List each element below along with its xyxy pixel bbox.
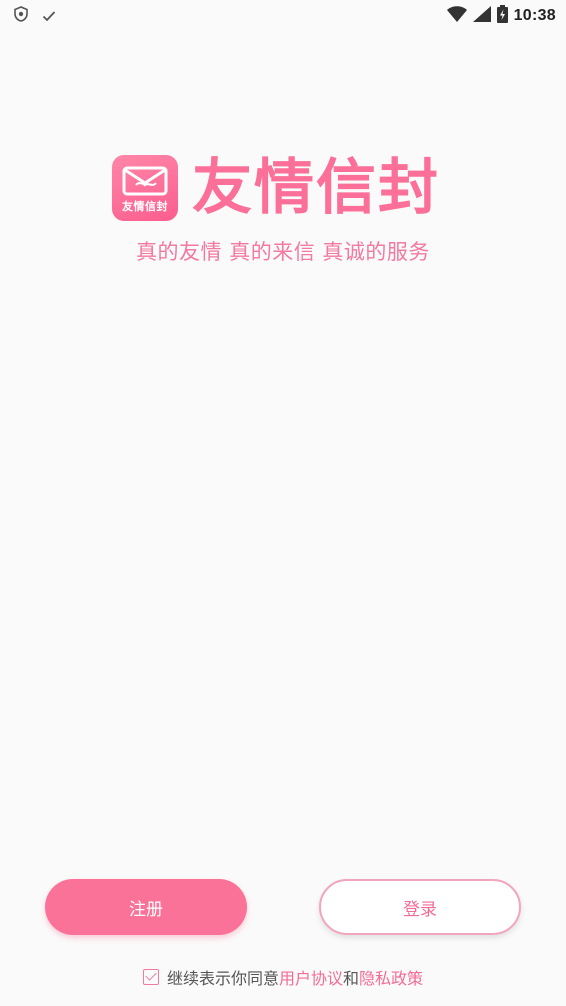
logo-text: 友情信封 <box>122 200 168 213</box>
privacy-policy-link[interactable]: 隐私政策 <box>359 965 423 989</box>
agreement-row: 继续表示你同意 用户协议 和 隐私政策 <box>0 965 566 989</box>
app-title: 友情信封 <box>192 153 440 223</box>
user-agreement-link[interactable]: 用户协议 <box>279 965 343 989</box>
wifi-icon <box>446 6 467 26</box>
agreement-prefix: 继续表示你同意 <box>166 969 279 988</box>
status-left <box>14 6 56 26</box>
app-slogan: 真的友情 真的来信 真诚的服务 <box>136 240 430 264</box>
brand-header: 友情信封 友情信封 <box>112 155 440 221</box>
status-time: 10:38 <box>513 7 556 24</box>
signal-icon <box>472 6 491 26</box>
shield-icon <box>14 6 28 26</box>
battery-charging-icon <box>496 5 508 27</box>
agreement-conjunction: 和 <box>343 969 360 988</box>
status-right: 10:38 <box>446 5 556 27</box>
check-icon <box>42 7 56 26</box>
login-button[interactable]: 登录 <box>319 879 521 935</box>
envelope-icon <box>122 166 168 196</box>
status-bar: 10:38 <box>0 0 566 30</box>
app-logo: 友情信封 <box>112 155 178 221</box>
agreement-checkbox[interactable] <box>142 969 159 985</box>
register-button[interactable]: 注册 <box>45 879 247 935</box>
